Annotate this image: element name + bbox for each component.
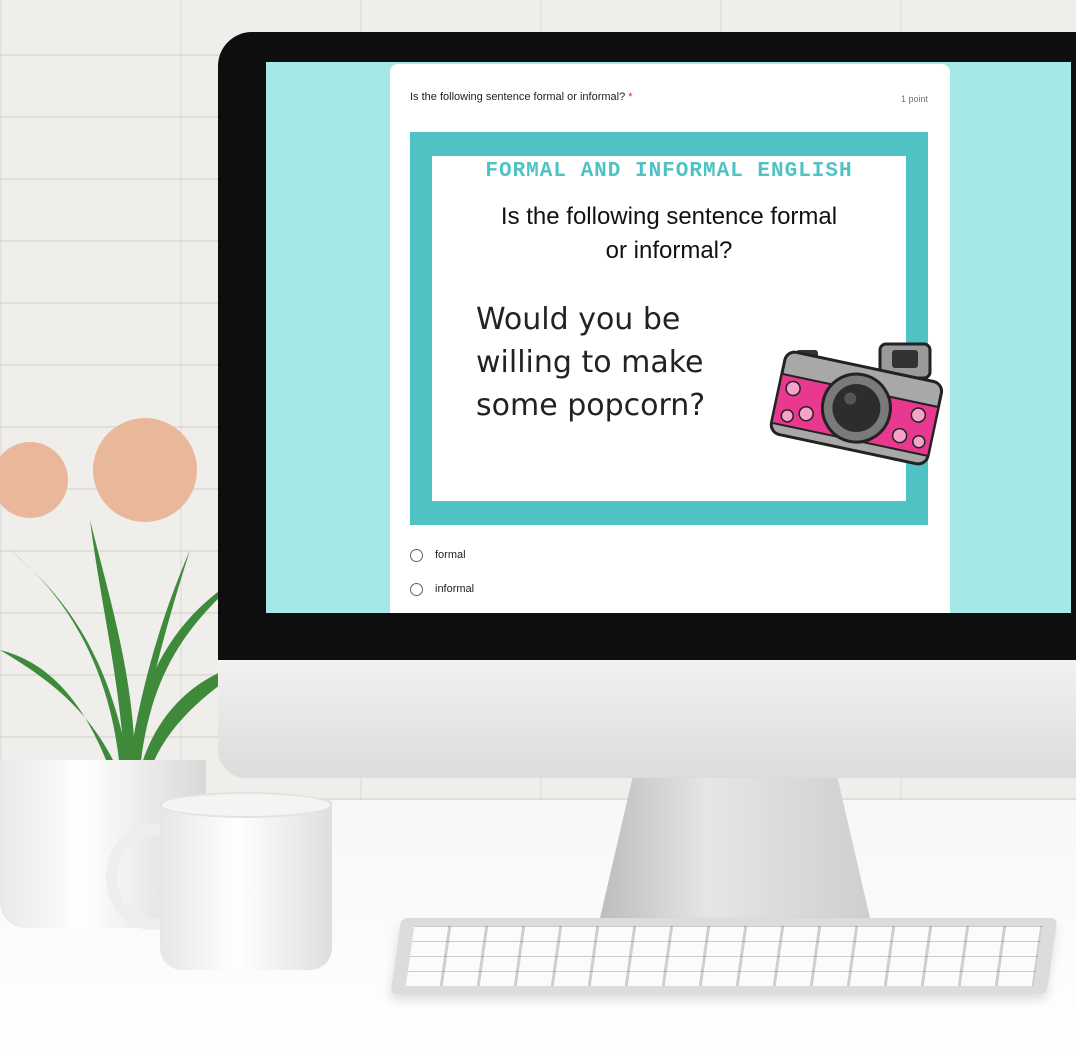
slide-question: Is the following sentence formal or info… [432, 200, 906, 268]
monitor-screen: Is the following sentence formal or info… [266, 62, 1071, 613]
answer-options: formal informal [410, 538, 474, 606]
monitor-chin [218, 650, 1076, 778]
camera-icon [769, 342, 944, 466]
keyboard [390, 918, 1058, 994]
question-points: 1 point [900, 94, 928, 104]
question-text: Is the following sentence formal or info… [410, 91, 626, 103]
question-title: Is the following sentence formal or info… [410, 91, 633, 103]
slide-sentence: Would you be willing to make some popcor… [476, 298, 776, 427]
radio-unchecked-icon[interactable] [410, 582, 423, 596]
mug-rim [160, 792, 332, 818]
keyboard-keys [405, 926, 1043, 986]
radio-unchecked-icon[interactable] [410, 548, 423, 562]
slide-question-line1: Is the following sentence formal [500, 203, 838, 230]
sentence-line1: Would you be [476, 302, 681, 337]
sentence-line2: willing to make [476, 345, 704, 380]
form-question-card: Is the following sentence formal or info… [390, 64, 950, 613]
slide-content: FORMAL AND INFORMAL ENGLISH Is the follo… [432, 156, 944, 501]
monitor-stand [600, 778, 870, 918]
question-image: FORMAL AND INFORMAL ENGLISH Is the follo… [410, 132, 944, 525]
sentence-line3: some popcorn? [476, 388, 706, 423]
option-informal[interactable]: informal [410, 572, 474, 606]
option-label: informal [435, 583, 475, 595]
option-formal[interactable]: formal [410, 538, 474, 572]
mug [160, 800, 332, 970]
option-label: formal [435, 549, 466, 561]
required-marker: * [628, 91, 633, 103]
slide-question-line2: or informal? [605, 237, 733, 264]
slide-header: FORMAL AND INFORMAL ENGLISH [485, 160, 853, 183]
